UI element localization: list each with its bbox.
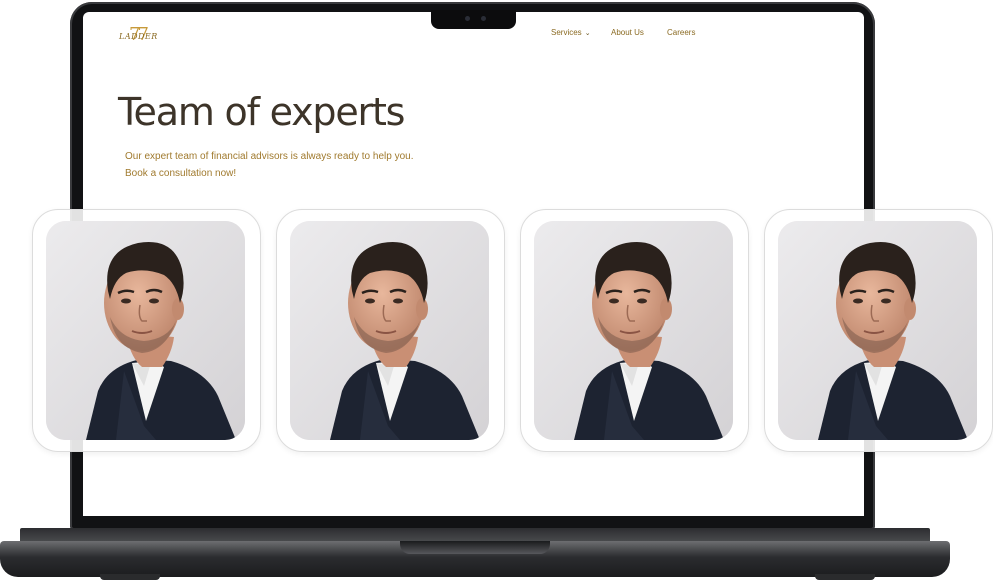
laptop-mockup: 77 LADDER Services ⌄ About Us Careers Tea… [0,0,993,582]
laptop-opening-groove [400,541,550,554]
advisor-portrait-photo [534,221,733,440]
advisor-portrait-photo [778,221,977,440]
advisor-portrait-photo [290,221,489,440]
camera-icon [465,16,470,21]
brand-logo[interactable]: 77 LADDER [119,24,159,50]
laptop-foot [100,574,160,580]
sensor-icon [481,16,486,21]
nav-item-careers[interactable]: Careers [667,28,695,37]
nav-item-label: Services [551,28,582,37]
team-member-card[interactable] [32,209,261,452]
nav-item-about-us[interactable]: About Us [611,28,644,37]
page-subtitle: Our expert team of financial advisors is… [125,151,414,179]
logo-text: LADDER [119,32,158,41]
nav-item-label: Careers [667,28,696,37]
chevron-down-icon: ⌄ [584,30,591,37]
page-title: Team of experts [118,90,405,134]
nav-item-label: About Us [611,28,644,37]
team-member-card[interactable] [764,209,993,452]
camera-notch [431,10,516,29]
team-member-card[interactable] [276,209,505,452]
nav-item-services[interactable]: Services ⌄ [551,28,591,37]
laptop-foot [815,574,875,580]
advisor-portrait-photo [46,221,245,440]
team-member-card[interactable] [520,209,749,452]
